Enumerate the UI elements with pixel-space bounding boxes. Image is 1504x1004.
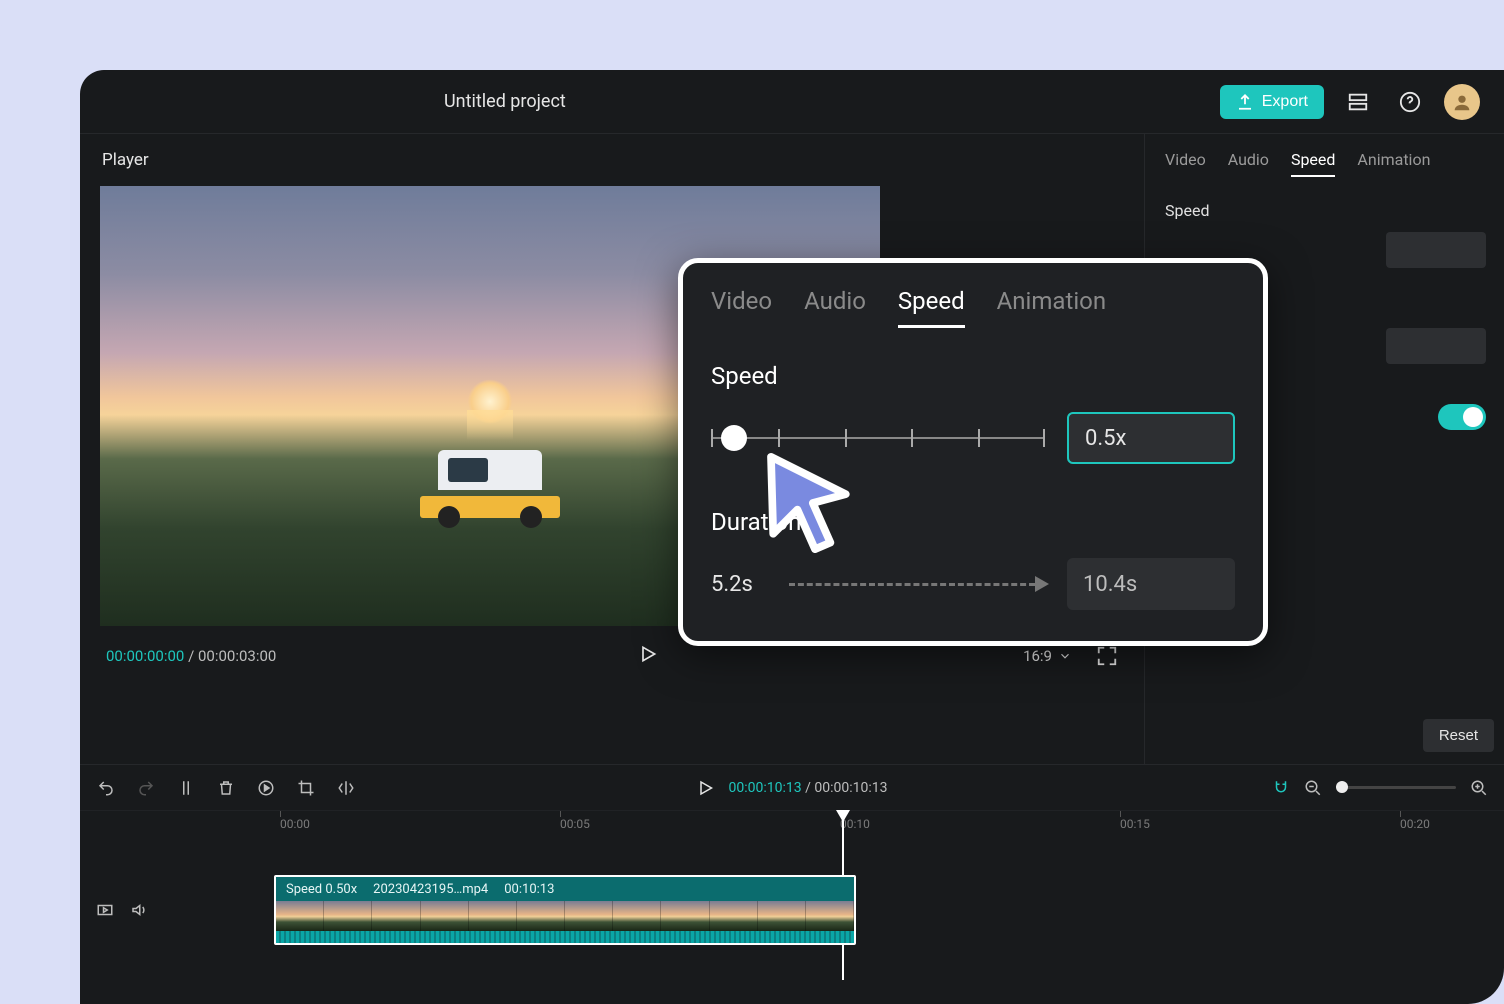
ruler-mark: 00:20 (1400, 817, 1430, 831)
time-current: 00:00:00:00 (106, 647, 184, 665)
speed-value-text: 0.5x (1085, 426, 1126, 451)
split-icon[interactable] (176, 778, 196, 798)
zoom-in-icon[interactable] (1470, 779, 1488, 797)
player-header: Player (100, 150, 1124, 170)
timeline-play-button[interactable] (697, 779, 715, 797)
popout-tab-audio[interactable]: Audio (804, 287, 866, 328)
clip-filename: 20230423195…mp4 (373, 882, 488, 897)
clip-header: Speed 0.50x 20230423195…mp4 00:10:13 (276, 877, 854, 901)
popout-tab-video[interactable]: Video (711, 287, 772, 328)
aspect-ratio-value: 16:9 (1023, 647, 1052, 665)
timeline-ruler[interactable]: 00:00 00:05 00:10 00:15 00:20 (80, 810, 1504, 840)
reset-row: Reset (1423, 719, 1494, 752)
video-track-row: Speed 0.50x 20230423195…mp4 00:10:13 (80, 870, 1504, 950)
rail-duration-input[interactable] (1386, 328, 1486, 364)
audio-track-icon[interactable] (130, 901, 150, 919)
duration-from: 5.2s (711, 572, 771, 597)
aspect-ratio-select[interactable]: 16:9 (1023, 647, 1072, 665)
export-button[interactable]: Export (1220, 85, 1324, 119)
timeline-clip[interactable]: Speed 0.50x 20230423195…mp4 00:10:13 (274, 875, 856, 945)
video-track-icon[interactable] (96, 901, 116, 919)
delete-icon[interactable] (216, 778, 236, 798)
help-icon[interactable] (1392, 84, 1428, 120)
clip-speed-badge: Speed 0.50x (286, 882, 357, 897)
timeline-timecode: 00:00:10:13 / 00:00:10:13 (729, 780, 888, 796)
tracks: Speed 0.50x 20230423195…mp4 00:10:13 (80, 840, 1504, 950)
export-label: Export (1262, 93, 1308, 111)
preview-sun-reflection (467, 410, 513, 440)
clip-duration: 00:10:13 (504, 882, 554, 897)
timeline-time-current: 00:00:10:13 (729, 780, 802, 796)
speed-icon[interactable] (256, 778, 276, 798)
speed-slider-row: 0.5x (711, 412, 1235, 464)
fullscreen-button[interactable] (1096, 645, 1118, 667)
speed-value-input[interactable]: 0.5x (1067, 412, 1235, 464)
tab-video[interactable]: Video (1165, 150, 1206, 177)
timeline-play-group: 00:00:10:13 / 00:00:10:13 (697, 779, 888, 797)
zoom-out-icon[interactable] (1304, 779, 1322, 797)
popout-tab-animation[interactable]: Animation (997, 287, 1106, 328)
popout-tabs: Video Audio Speed Animation (711, 287, 1235, 328)
popout-duration-label: Duration (711, 508, 1235, 536)
player-timecode: 00:00:00:00 / 00:00:03:00 (106, 647, 276, 665)
speed-slider[interactable] (711, 423, 1045, 453)
ruler-mark: 00:00 (280, 817, 310, 831)
redo-icon (136, 778, 156, 798)
popout-speed-label: Speed (711, 362, 1235, 390)
crop-icon[interactable] (296, 778, 316, 798)
topbar: Untitled project Export (80, 70, 1504, 134)
timeline-zoom (1272, 779, 1488, 797)
tab-speed[interactable]: Speed (1291, 150, 1335, 177)
speed-section-label: Speed (1165, 201, 1486, 220)
pitch-toggle[interactable] (1438, 404, 1486, 430)
speed-slider-knob[interactable] (721, 425, 747, 451)
properties-tabs: Video Audio Speed Animation (1165, 150, 1486, 177)
reset-button[interactable]: Reset (1423, 719, 1494, 752)
tab-audio[interactable]: Audio (1228, 150, 1269, 177)
clip-thumbnails (276, 901, 854, 931)
magnet-icon[interactable] (1272, 779, 1290, 797)
duration-to-input[interactable]: 10.4s (1067, 558, 1235, 610)
speed-popout-panel: Video Audio Speed Animation Speed 0.5x D… (678, 258, 1268, 646)
undo-icon[interactable] (96, 778, 116, 798)
mirror-icon[interactable] (336, 778, 356, 798)
play-button[interactable] (638, 644, 662, 668)
user-avatar[interactable] (1444, 84, 1480, 120)
time-total: 00:00:03:00 (198, 647, 276, 665)
tab-animation[interactable]: Animation (1357, 150, 1430, 177)
time-separator: / (188, 647, 198, 665)
ruler-mark: 00:15 (1120, 817, 1150, 831)
clip-audio-waveform (276, 931, 854, 943)
duration-arrow-icon (789, 583, 1049, 585)
rail-speed-input[interactable] (1386, 232, 1486, 268)
upload-icon (1236, 93, 1254, 111)
popout-tab-speed[interactable]: Speed (898, 287, 965, 328)
timeline-time-total: 00:00:10:13 (814, 780, 887, 796)
timeline-area: 00:00 00:05 00:10 00:15 00:20 Speed 0.50… (80, 810, 1504, 950)
timeline-toolbar: 00:00:10:13 / 00:00:10:13 (80, 764, 1504, 810)
chevron-down-icon (1058, 649, 1072, 663)
duration-to-text: 10.4s (1083, 572, 1137, 597)
preview-van (420, 450, 560, 528)
zoom-slider[interactable] (1336, 786, 1456, 789)
ruler-mark: 00:05 (560, 817, 590, 831)
layout-icon[interactable] (1340, 84, 1376, 120)
project-title[interactable]: Untitled project (104, 91, 1220, 112)
duration-row: 5.2s 10.4s (711, 558, 1235, 610)
